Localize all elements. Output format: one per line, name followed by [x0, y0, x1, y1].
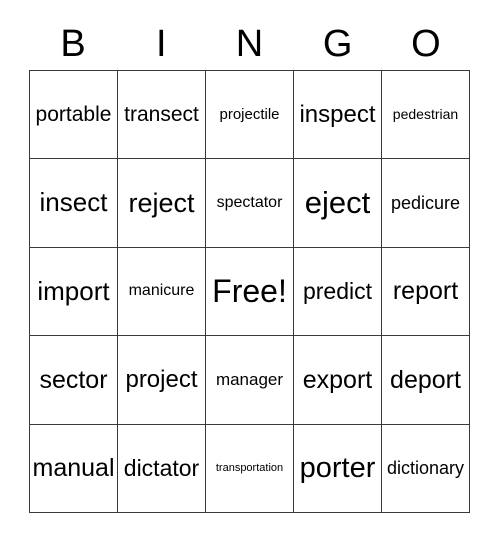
bingo-cell-r4c5[interactable]: deport [382, 336, 470, 425]
bingo-header: B I N G O [29, 18, 470, 70]
bingo-cell-r2c2[interactable]: reject [118, 159, 206, 248]
bingo-header-letter-g: G [322, 23, 353, 65]
bingo-cell-r1c3[interactable]: projectile [206, 71, 294, 160]
bingo-cell-label: import [37, 275, 110, 306]
bingo-cell-label: insect [39, 187, 108, 218]
bingo-cell-r5c3[interactable]: transportation [206, 424, 294, 513]
bingo-cell-r5c2[interactable]: dictator [118, 424, 206, 513]
bingo-header-letter-i: I [156, 23, 167, 65]
bingo-cell-r4c1[interactable]: sector [30, 336, 118, 425]
bingo-grid: portable transect projectile inspect ped… [29, 70, 470, 513]
bingo-cell-label: pedicure [390, 192, 461, 213]
bingo-cell-r5c4[interactable]: porter [294, 424, 382, 513]
bingo-header-letter-n: N [235, 23, 264, 65]
bingo-cell-label: manual [32, 454, 115, 483]
bingo-cell-label: spectator [216, 193, 283, 211]
bingo-cell-label: transect [124, 102, 199, 126]
bingo-cell-label: reject [128, 187, 195, 218]
bingo-header-letter-o: O [411, 23, 441, 65]
bingo-cell-r3c2[interactable]: manicure [118, 247, 206, 337]
bingo-cell-r1c1[interactable]: portable [30, 71, 118, 160]
bingo-cell-label: deport [390, 365, 461, 394]
bingo-cell-r1c4[interactable]: inspect [294, 71, 382, 160]
bingo-cell-label: predict [302, 278, 373, 305]
bingo-cell-label: export [302, 365, 373, 394]
bingo-cell-r2c5[interactable]: pedicure [382, 159, 470, 248]
bingo-cell-r5c1[interactable]: manual [30, 424, 118, 513]
bingo-cell-label: projectile [219, 105, 280, 123]
bingo-cell-label: porter [299, 452, 376, 485]
bingo-cell-r4c2[interactable]: project [118, 336, 206, 425]
bingo-cell-label: project [125, 366, 198, 394]
bingo-cell-r3c4[interactable]: predict [294, 247, 382, 337]
bingo-cell-r5c5[interactable]: dictionary [382, 424, 470, 513]
bingo-free-space-label: Free! [212, 272, 287, 309]
bingo-cell-r4c4[interactable]: export [294, 336, 382, 425]
bingo-cell-r3c5[interactable]: report [382, 247, 470, 337]
bingo-cell-r4c3[interactable]: manager [206, 336, 294, 425]
bingo-cell-free-space[interactable]: Free! [206, 247, 294, 337]
bingo-cell-r1c5[interactable]: pedestrian [382, 71, 470, 160]
bingo-cell-r2c3[interactable]: spectator [206, 159, 294, 248]
bingo-card: B I N G O portable transect projectile i… [0, 0, 500, 544]
bingo-cell-label: dictionary [386, 457, 465, 478]
bingo-cell-label: dictator [123, 455, 200, 482]
bingo-cell-r2c1[interactable]: insect [30, 159, 118, 248]
bingo-cell-r2c4[interactable]: eject [294, 159, 382, 248]
bingo-cell-label: portable [35, 102, 112, 126]
bingo-cell-r3c1[interactable]: import [30, 247, 118, 337]
bingo-cell-label: sector [39, 365, 108, 394]
bingo-header-letter-b: B [60, 23, 86, 65]
bingo-cell-label: manager [215, 369, 284, 389]
bingo-cell-label: transportation [215, 461, 284, 474]
bingo-cell-r1c2[interactable]: transect [118, 71, 206, 160]
bingo-cell-label: pedestrian [392, 106, 459, 123]
bingo-cell-label: report [392, 277, 459, 306]
bingo-cell-label: eject [304, 184, 371, 220]
bingo-cell-label: manicure [128, 282, 195, 300]
bingo-cell-label: inspect [299, 101, 376, 129]
